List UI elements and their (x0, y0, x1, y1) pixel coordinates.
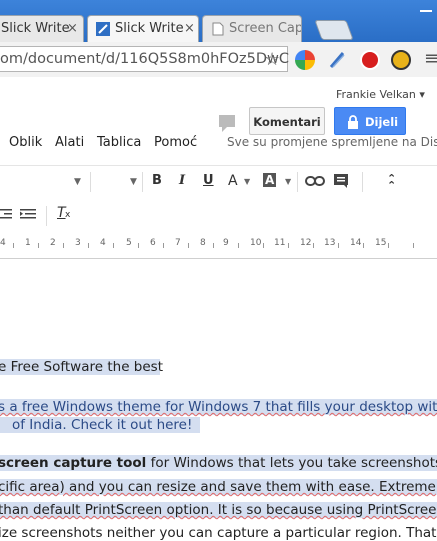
tab-slick-write-2[interactable]: Slick Write × (87, 15, 199, 42)
underline-button[interactable]: U (203, 173, 214, 188)
tab-label: Screen Cap (229, 21, 302, 36)
ruler-number: 10 (250, 238, 262, 248)
ruler-number: 11 (274, 238, 286, 248)
chevron-down-icon[interactable]: ▼ (285, 177, 291, 186)
ruler-number: 12 (300, 238, 312, 248)
highlight-color-button[interactable]: A (263, 173, 277, 187)
ruler-number: 14 (350, 238, 362, 248)
collapse-toolbar-icon[interactable]: ⌃ ⌃ (387, 173, 396, 191)
chat-icon[interactable] (216, 112, 240, 134)
new-tab-button[interactable] (314, 20, 354, 40)
close-icon[interactable]: × (184, 21, 195, 36)
bold-button[interactable]: B (152, 173, 162, 188)
bold-phrase: screen capture tool (0, 455, 147, 471)
ruler-number: 4 (0, 238, 6, 248)
ruler-number: 1 (25, 238, 31, 248)
document-line: cific area) and you can resize and save … (0, 479, 437, 495)
document-line: of India. Check it out here! (0, 417, 200, 433)
format-toolbar: ▼ ▼ B I U A ▼ A ▼ ⌃ ⌃ (0, 165, 437, 198)
paragraph-text: of India. Check it out here! (12, 417, 193, 433)
tab-strip: Slick Write × Slick Write × Screen Cap (0, 0, 437, 42)
comments-button[interactable]: Komentari (249, 107, 325, 135)
menu-pomoc[interactable]: Pomoć (154, 135, 197, 150)
format-toolbar-2: T x (0, 198, 437, 230)
menu-alati[interactable]: Alati (55, 135, 84, 150)
document-line: than default PrintScreen option. It is s… (0, 502, 437, 518)
document-icon (212, 22, 224, 36)
document-line-heading: e Free Software the best (0, 359, 163, 375)
close-icon[interactable]: × (67, 21, 78, 36)
paragraph-text: cific area) and you can resize and save … (0, 479, 436, 495)
ruler-number: 9 (223, 238, 229, 248)
link-icon[interactable] (305, 175, 325, 187)
increase-indent-icon[interactable] (20, 208, 36, 220)
menu-tablica[interactable]: Tablica (97, 135, 141, 150)
slick-write-icon (96, 22, 110, 36)
document-line: ize screenshots neither you can capture … (0, 525, 437, 541)
paragraph-text: for Windows that lets you take screensho… (146, 455, 437, 471)
heading-text: e Free Software the best (0, 359, 163, 375)
browser-toolbar: om/document/d/116Q5S8m0hFOz5DwC ☆ ≡ (0, 42, 437, 78)
chevron-down-icon[interactable]: ▼ (244, 177, 250, 186)
ruler-number: 7 (175, 238, 181, 248)
ruler-number: 3 (75, 238, 81, 248)
google-extension-icon[interactable] (295, 50, 315, 70)
document-page[interactable]: e Free Software the best s a free Window… (0, 259, 437, 541)
ruler-number: 2 (50, 238, 56, 248)
lock-icon (348, 115, 358, 129)
menu-oblik[interactable]: Oblik (9, 135, 42, 150)
pen-extension-icon[interactable] (327, 50, 347, 70)
share-label: Dijeli (365, 115, 399, 129)
ruler-number: 4 (100, 238, 106, 248)
paragraph-text: s a free Windows theme for Windows 7 tha… (0, 399, 437, 415)
bookmark-star-icon[interactable]: ☆ (264, 49, 280, 70)
adblock-icon[interactable] (360, 50, 380, 70)
font-dropdown-chevron-icon[interactable]: ▼ (74, 177, 81, 187)
address-bar[interactable]: om/document/d/116Q5S8m0hFOz5DwC ☆ (0, 46, 290, 72)
clear-x-icon: x (65, 210, 71, 220)
comment-icon[interactable] (333, 173, 349, 189)
ruler-number: 6 (150, 238, 156, 248)
tab-label: Slick Write (115, 21, 184, 36)
share-button[interactable]: Dijeli (334, 107, 406, 135)
minimize-icon[interactable] (410, 0, 437, 18)
size-dropdown-chevron-icon[interactable]: ▼ (130, 177, 137, 187)
ruler-number: 8 (200, 238, 206, 248)
italic-button[interactable]: I (179, 173, 185, 188)
home-extension-icon[interactable] (391, 50, 411, 70)
document-line: screen capture tool for Windows that let… (0, 455, 437, 471)
ruler-number: 5 (126, 238, 132, 248)
tab-screen-capture[interactable]: Screen Cap (202, 15, 302, 42)
text-color-button[interactable]: A (228, 173, 238, 189)
url-text: om/document/d/116Q5S8m0hFOz5DwC (0, 51, 290, 67)
ruler-number: 15 (375, 238, 387, 248)
paragraph-text: than default PrintScreen option. It is s… (0, 502, 437, 518)
document-line: s a free Windows theme for Windows 7 tha… (0, 399, 437, 415)
tab-label: Slick Write (1, 21, 70, 36)
paragraph-text: ize screenshots neither you can capture … (0, 525, 437, 541)
user-name[interactable]: Frankie Velkan ▾ (336, 88, 425, 101)
decrease-indent-icon[interactable] (0, 208, 12, 220)
ruler[interactable]: 4 1 2 3 4 5 6 7 8 9 10 11 12 13 14 15 (0, 234, 437, 259)
tab-slick-write-1[interactable]: Slick Write × (0, 15, 84, 42)
menu-icon[interactable]: ≡ (424, 48, 437, 69)
ruler-number: 13 (324, 238, 336, 248)
save-status: Sve su promjene spremljene na Disk (227, 135, 437, 149)
